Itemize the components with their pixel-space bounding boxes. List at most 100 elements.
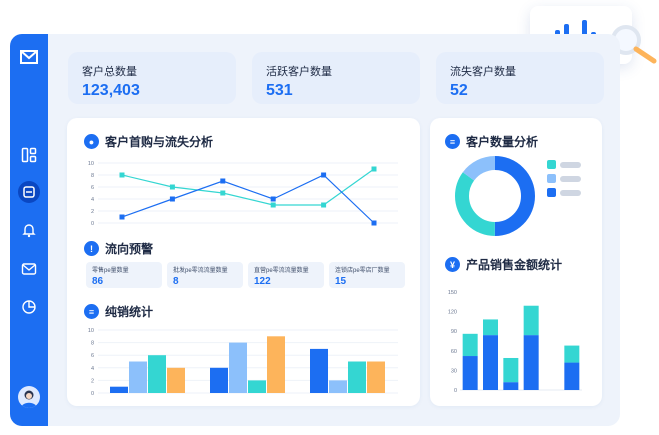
warning-value: 86 bbox=[92, 276, 104, 287]
data-point bbox=[270, 196, 276, 202]
section-title-warning: ! 流向预警 bbox=[84, 240, 153, 257]
y-tick-label: 8 bbox=[91, 341, 94, 347]
y-tick-label: 10 bbox=[88, 161, 94, 167]
bar bbox=[167, 367, 185, 393]
layout-icon[interactable] bbox=[21, 147, 37, 163]
bar bbox=[462, 356, 478, 390]
sidebar bbox=[10, 34, 48, 426]
data-point bbox=[220, 178, 226, 184]
bar bbox=[210, 367, 228, 393]
section-title-text: 流向预警 bbox=[105, 242, 154, 256]
warning-item: 零售pe量数量 86 bbox=[86, 262, 162, 288]
warning-value: 8 bbox=[173, 276, 179, 287]
yen-icon: ¥ bbox=[445, 257, 460, 272]
y-tick-label: 150 bbox=[448, 290, 457, 296]
bar bbox=[503, 382, 519, 390]
y-tick-label: 10 bbox=[88, 328, 94, 334]
stat-label: 活跃客户数量 bbox=[266, 66, 332, 78]
bar bbox=[310, 348, 328, 393]
section-title-text: 客户首购与流失分析 bbox=[105, 135, 214, 149]
legend-swatch bbox=[547, 174, 556, 183]
section-title-sales: ¥ 产品销售金额统计 bbox=[445, 256, 562, 273]
data-point bbox=[220, 190, 226, 196]
warning-value: 122 bbox=[254, 276, 271, 287]
section-title-trend: ● 客户首购与流失分析 bbox=[84, 133, 213, 150]
warning-item: 直营pe零流流量数量 122 bbox=[248, 262, 324, 288]
stat-label: 客户总数量 bbox=[82, 66, 137, 78]
y-tick-label: 4 bbox=[91, 366, 94, 372]
stat-value: 531 bbox=[266, 82, 293, 99]
legend-item bbox=[547, 188, 581, 197]
bar bbox=[503, 357, 519, 383]
stat-value: 123,403 bbox=[82, 82, 140, 99]
warning-value: 15 bbox=[335, 276, 347, 287]
y-tick-label: 6 bbox=[91, 353, 94, 359]
y-tick-label: 0 bbox=[91, 391, 94, 397]
y-tick-label: 6 bbox=[91, 185, 94, 191]
data-point bbox=[321, 202, 327, 208]
legend-swatch bbox=[547, 160, 556, 169]
exchange-icon bbox=[23, 186, 35, 198]
data-point bbox=[119, 214, 125, 220]
data-point bbox=[321, 172, 327, 178]
section-title-text: 产品销售金额统计 bbox=[466, 258, 563, 272]
user-icon: ● bbox=[84, 134, 99, 149]
data-point bbox=[169, 184, 175, 190]
stat-card-total-customers: 客户总数量 123,403 bbox=[68, 52, 236, 104]
warning-item: 连锁店pe零店厂数量 15 bbox=[329, 262, 405, 288]
stat-card-lost-customers: 流失客户数量 52 bbox=[436, 52, 604, 104]
list-icon: ≡ bbox=[84, 304, 99, 319]
bar bbox=[329, 380, 347, 393]
logo-icon bbox=[20, 50, 38, 64]
bar bbox=[229, 342, 247, 393]
legend-item bbox=[547, 174, 581, 183]
data-point bbox=[371, 166, 377, 172]
bar bbox=[267, 336, 285, 393]
bar bbox=[148, 355, 166, 393]
bar bbox=[248, 380, 266, 393]
section-title-net-sales: ≡ 纯销统计 bbox=[84, 303, 153, 320]
data-point bbox=[270, 202, 276, 208]
y-tick-label: 0 bbox=[91, 221, 94, 227]
bar bbox=[348, 361, 366, 393]
warning-label: 零售pe量数量 bbox=[92, 268, 129, 274]
bar bbox=[564, 345, 580, 363]
bar bbox=[523, 335, 539, 390]
bar bbox=[483, 335, 498, 390]
y-tick-label: 60 bbox=[451, 349, 457, 355]
stat-card-active-customers: 活跃客户数量 531 bbox=[252, 52, 420, 104]
pie-chart-icon[interactable] bbox=[21, 299, 37, 315]
warning-label: 连锁店pe零店厂数量 bbox=[335, 268, 390, 274]
y-tick-label: 30 bbox=[451, 368, 457, 374]
bar bbox=[462, 333, 478, 357]
y-tick-label: 90 bbox=[451, 329, 457, 335]
mail-icon[interactable] bbox=[21, 261, 37, 277]
bar bbox=[367, 361, 385, 393]
bar bbox=[564, 362, 580, 390]
section-title-text: 纯销统计 bbox=[105, 305, 154, 319]
data-point bbox=[169, 196, 175, 202]
sidebar-item-active[interactable] bbox=[18, 181, 40, 203]
legend-placeholder bbox=[560, 161, 581, 168]
bar bbox=[523, 305, 539, 336]
bar bbox=[129, 361, 147, 393]
y-tick-label: 4 bbox=[91, 197, 94, 203]
legend-placeholder bbox=[560, 175, 581, 182]
stat-value: 52 bbox=[450, 82, 468, 99]
y-tick-label: 2 bbox=[91, 209, 94, 215]
legend-item bbox=[547, 160, 581, 169]
y-tick-label: 8 bbox=[91, 173, 94, 179]
bar bbox=[110, 386, 128, 393]
donut-chart bbox=[455, 156, 535, 236]
stat-label: 流失客户数量 bbox=[450, 66, 516, 78]
bar bbox=[483, 319, 498, 336]
avatar[interactable] bbox=[18, 386, 40, 408]
data-point bbox=[371, 220, 377, 226]
warning-label: 直营pe零流流量数量 bbox=[254, 268, 309, 274]
bell-icon[interactable] bbox=[21, 222, 37, 238]
grouped-bar-chart: 0 2 4 6 8 10 bbox=[88, 328, 398, 397]
y-tick-label: 2 bbox=[91, 378, 94, 384]
section-title-text: 客户数量分析 bbox=[466, 135, 539, 149]
warning-item: 批发pe零流流量数量 8 bbox=[167, 262, 243, 288]
warning-icon: ! bbox=[84, 241, 99, 256]
